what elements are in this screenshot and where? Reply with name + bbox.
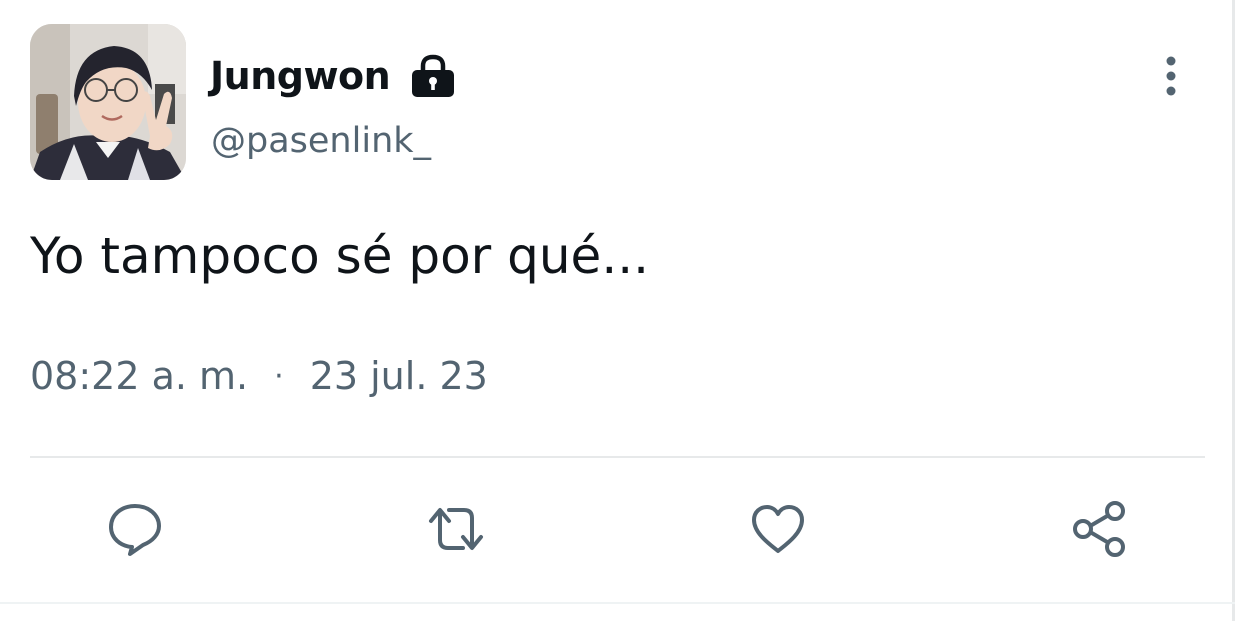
reply-button[interactable]: [102, 496, 168, 562]
author-handle[interactable]: @pasenlink_: [211, 124, 431, 159]
lock-icon: [410, 53, 456, 99]
tweet-timestamp[interactable]: 08:22 a. m. · 23 jul. 23: [30, 354, 488, 400]
tweet-time[interactable]: 08:22 a. m.: [30, 354, 248, 400]
reply-icon: [109, 504, 161, 556]
meta-separator: ·: [274, 358, 284, 394]
author-name-row[interactable]: Jungwon: [210, 46, 456, 106]
tweet-date[interactable]: 23 jul. 23: [310, 354, 488, 400]
like-button[interactable]: [745, 496, 811, 562]
avatar[interactable]: [30, 24, 186, 180]
more-options-button[interactable]: [1150, 50, 1192, 102]
more-vertical-icon: [1166, 56, 1176, 96]
divider: [30, 456, 1205, 458]
heart-icon: [752, 505, 804, 553]
bottom-divider: [0, 602, 1235, 604]
avatar-image: [30, 24, 186, 180]
share-button[interactable]: [1067, 496, 1133, 562]
retweet-icon: [429, 508, 483, 550]
share-icon: [1073, 501, 1125, 557]
retweet-button[interactable]: [423, 496, 489, 562]
tweet-text: Yo tampoco sé por qué...: [30, 227, 649, 285]
display-name[interactable]: Jungwon: [210, 57, 391, 95]
